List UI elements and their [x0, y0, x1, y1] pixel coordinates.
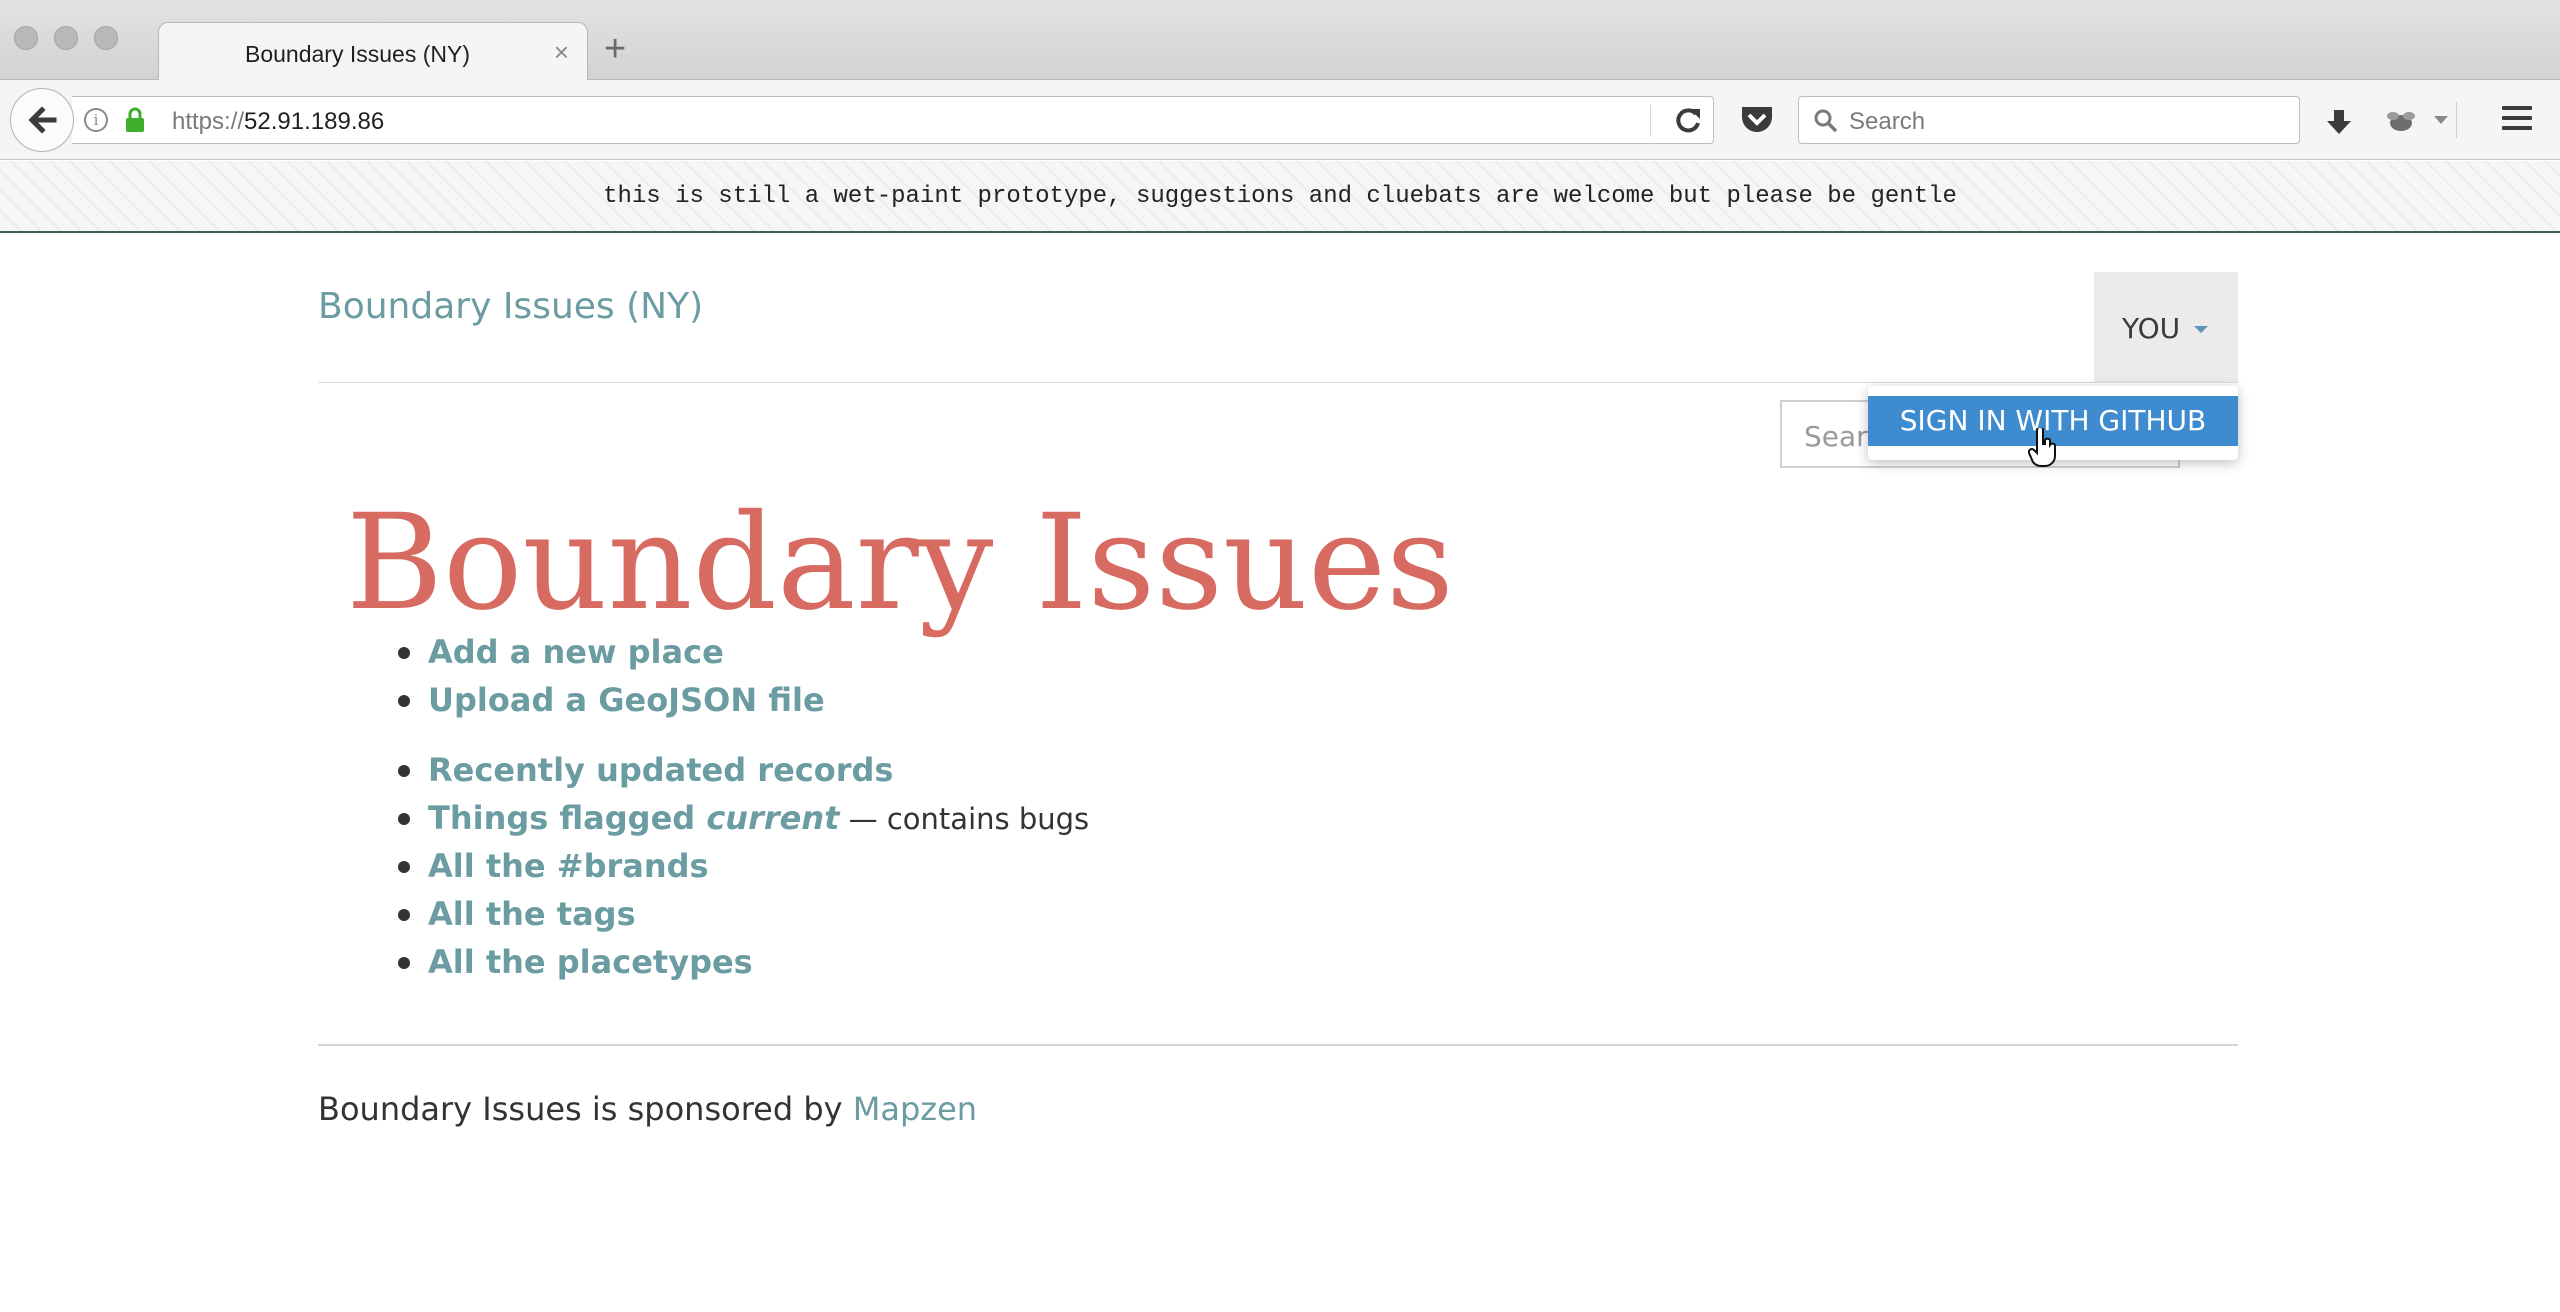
- browser-search-bar[interactable]: Search: [1798, 96, 2300, 144]
- zoom-window-button[interactable]: [94, 26, 118, 50]
- list-item: All the placetypes: [397, 938, 1089, 986]
- caret-down-icon: [2194, 326, 2208, 333]
- url-host: 52.91.189.86: [244, 108, 385, 135]
- recently-updated-link[interactable]: Recently updated records: [428, 751, 893, 789]
- addon-dropdown-icon[interactable]: [2434, 116, 2448, 124]
- back-button[interactable]: [10, 88, 74, 152]
- back-arrow-icon: [28, 106, 57, 134]
- hamburger-menu-icon[interactable]: [2502, 106, 2532, 136]
- close-window-button[interactable]: [14, 26, 38, 50]
- page-title: Boundary Issues: [346, 486, 1454, 640]
- list-item: Things flagged current — contains bugs: [397, 794, 1090, 842]
- browser-search-placeholder: Search: [1849, 108, 1926, 135]
- banner-text: this is still a wet-paint prototype, sug…: [603, 183, 1957, 210]
- upload-geojson-link[interactable]: Upload a GeoJSON file: [428, 681, 825, 719]
- lock-icon[interactable]: [124, 107, 146, 138]
- reload-icon[interactable]: [1672, 105, 1704, 142]
- user-menu-button[interactable]: YOU: [2094, 272, 2238, 382]
- list-item: Recently updated records: [397, 746, 1089, 794]
- toolbar-divider: [2456, 102, 2457, 138]
- tab-title: Boundary Issues (NY): [245, 41, 470, 67]
- new-tab-button[interactable]: +: [604, 30, 626, 68]
- site-title-link[interactable]: Boundary Issues (NY): [318, 286, 703, 327]
- flagged-prefix: Things flagged: [428, 799, 707, 837]
- url-scheme: https://: [172, 108, 245, 135]
- minimize-window-button[interactable]: [54, 26, 78, 50]
- placetypes-link[interactable]: All the placetypes: [428, 943, 753, 981]
- browser-tab-bar: Boundary Issues (NY) × +: [0, 0, 2560, 81]
- flagged-current-link[interactable]: Things flagged current: [428, 799, 839, 837]
- header-divider: [318, 382, 2238, 383]
- search-icon: [1813, 108, 1839, 139]
- mapzen-link[interactable]: Mapzen: [853, 1090, 977, 1128]
- brands-link[interactable]: All the #brands: [428, 847, 709, 885]
- browser-nav-bar: i https://52.91.189.86 Search: [0, 80, 2560, 160]
- flagged-note: — contains bugs: [839, 802, 1090, 836]
- list-item: All the #brands: [397, 842, 1089, 890]
- hand-cursor-icon: [2027, 426, 2058, 473]
- tags-link[interactable]: All the tags: [428, 895, 636, 933]
- user-menu-label: YOU: [2122, 312, 2181, 345]
- secondary-links-list: Recently updated records Things flagged …: [397, 746, 1090, 986]
- url-text[interactable]: https://52.91.189.86: [172, 108, 384, 136]
- add-new-place-link[interactable]: Add a new place: [428, 633, 724, 671]
- footer-divider: [318, 1044, 2238, 1046]
- pocket-icon[interactable]: [1740, 104, 1774, 141]
- list-item: Upload a GeoJSON file: [398, 676, 825, 724]
- footer-text: Boundary Issues is sponsored by: [318, 1090, 853, 1128]
- list-item: All the tags: [397, 890, 1089, 938]
- tab-close-icon[interactable]: ×: [554, 37, 569, 68]
- info-icon[interactable]: i: [84, 108, 108, 132]
- footer: Boundary Issues is sponsored by Mapzen: [318, 1090, 977, 1128]
- download-icon[interactable]: [2324, 108, 2354, 143]
- primary-links-list: Add a new place Upload a GeoJSON file: [398, 628, 825, 724]
- url-bar[interactable]: i https://52.91.189.86: [72, 96, 1714, 144]
- browser-tab[interactable]: Boundary Issues (NY) ×: [158, 22, 588, 81]
- list-item: Add a new place: [398, 628, 825, 676]
- prototype-banner: this is still a wet-paint prototype, sug…: [0, 161, 2560, 233]
- addon-icon[interactable]: [2384, 108, 2418, 141]
- url-bar-divider: [1650, 105, 1651, 137]
- flagged-emphasis: current: [706, 799, 840, 837]
